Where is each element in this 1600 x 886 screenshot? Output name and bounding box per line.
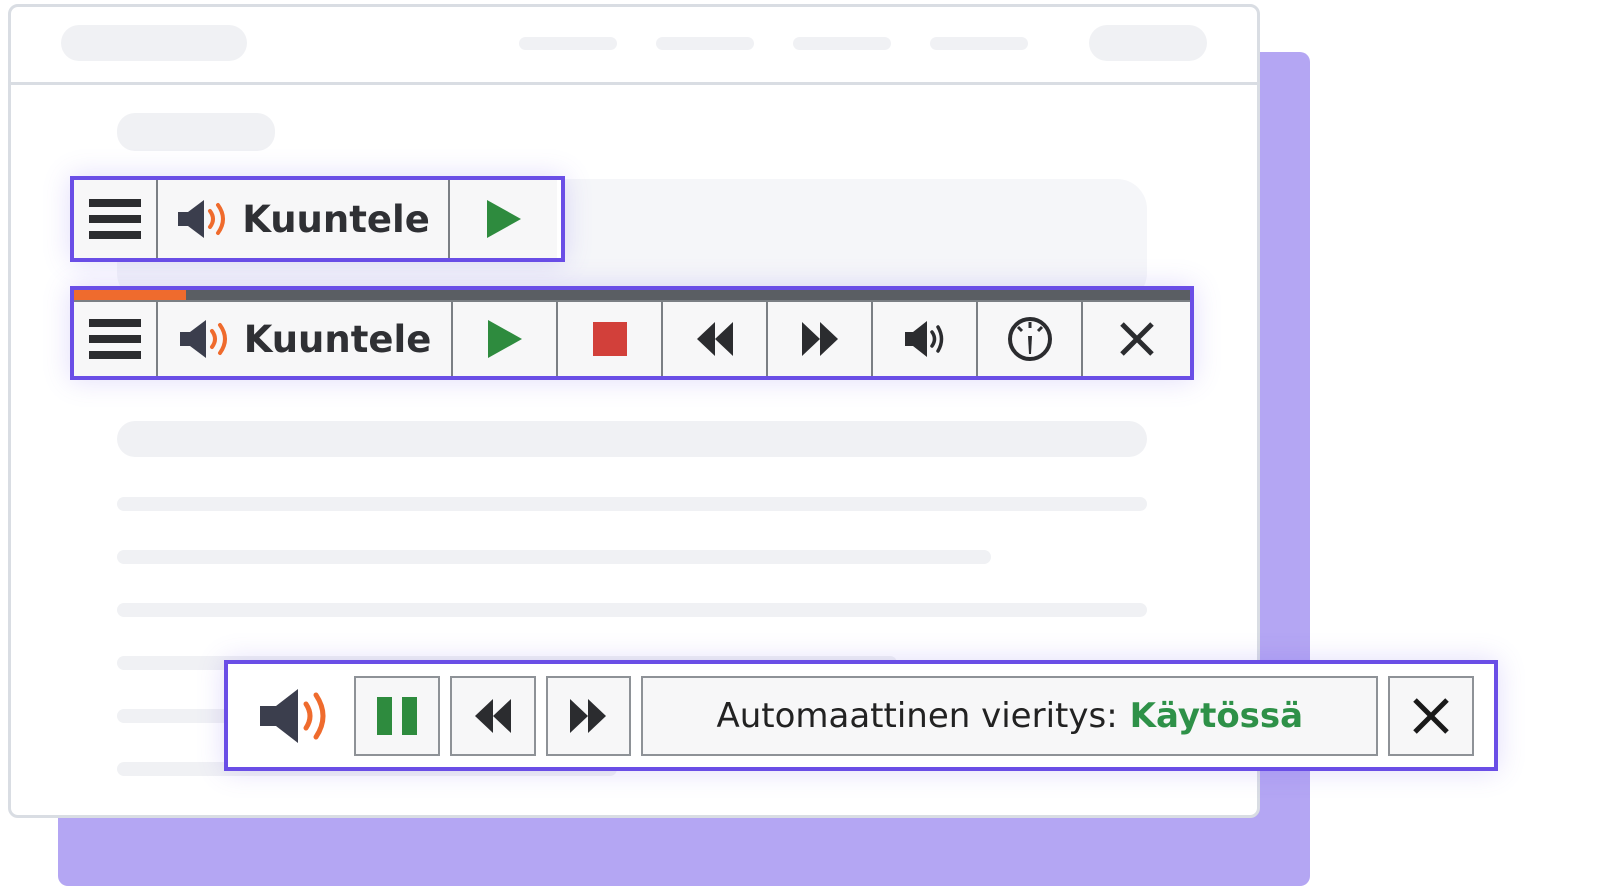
fast-forward-icon <box>570 698 607 733</box>
play-icon <box>486 200 521 238</box>
text-line-placeholder <box>117 497 1147 511</box>
nav-placeholder <box>930 37 1028 50</box>
listen-button[interactable]: Kuuntele <box>158 180 450 258</box>
close-button[interactable] <box>1083 302 1190 376</box>
breadcrumb-placeholder <box>117 113 275 151</box>
pause-button[interactable] <box>353 675 440 756</box>
rewind-button[interactable] <box>449 675 536 756</box>
stop-icon <box>592 322 627 356</box>
close-icon <box>1413 697 1449 734</box>
stop-button[interactable] <box>558 302 663 376</box>
fast-forward-button[interactable] <box>768 302 873 376</box>
nav-placeholder <box>519 37 617 50</box>
button-placeholder <box>1089 25 1207 61</box>
rewind-icon <box>696 322 733 356</box>
volume-icon <box>904 321 943 357</box>
menu-button[interactable] <box>74 302 158 376</box>
autoscroll-status: Käytössä <box>1129 695 1304 736</box>
autoscroll-label: Automaattinen vieritys: <box>716 695 1118 736</box>
play-button[interactable] <box>453 302 558 376</box>
play-icon <box>487 320 522 358</box>
nav-placeholder <box>793 37 891 50</box>
speaker-icon <box>259 688 326 743</box>
progress-bar[interactable] <box>74 290 1190 302</box>
text-line-placeholder <box>117 550 991 564</box>
fast-forward-button[interactable] <box>545 675 632 756</box>
volume-button[interactable] <box>873 302 978 376</box>
speaker-icon <box>179 320 227 358</box>
listen-button[interactable]: Kuuntele <box>158 302 453 376</box>
close-icon <box>1119 322 1154 356</box>
compact-player: Kuuntele <box>70 176 565 262</box>
listen-label: Kuuntele <box>243 317 432 361</box>
pause-icon <box>376 696 417 735</box>
expanded-player: Kuuntele <box>70 286 1194 380</box>
speaker-icon <box>178 200 226 238</box>
fast-forward-icon <box>801 322 838 356</box>
listen-label: Kuuntele <box>242 197 430 241</box>
autoscroll-toggle[interactable]: Automaattinen vieritys: Käytössä <box>641 675 1379 756</box>
progress-fill <box>74 290 186 300</box>
logo-placeholder <box>61 25 247 61</box>
rewind-icon <box>474 698 511 733</box>
heading-placeholder <box>117 421 1147 457</box>
menu-icon <box>89 199 141 239</box>
menu-icon <box>89 319 141 359</box>
nav-placeholder <box>656 37 754 50</box>
speed-button[interactable] <box>978 302 1083 376</box>
text-line-placeholder <box>117 603 1147 617</box>
speaker-button[interactable] <box>248 676 344 756</box>
close-button[interactable] <box>1388 675 1474 756</box>
menu-button[interactable] <box>74 180 158 258</box>
browser-header <box>11 7 1257 85</box>
play-button[interactable] <box>450 180 557 258</box>
rewind-button[interactable] <box>663 302 768 376</box>
autoscroll-player: Automaattinen vieritys: Käytössä <box>224 660 1498 771</box>
speed-gauge-icon <box>1007 317 1052 361</box>
